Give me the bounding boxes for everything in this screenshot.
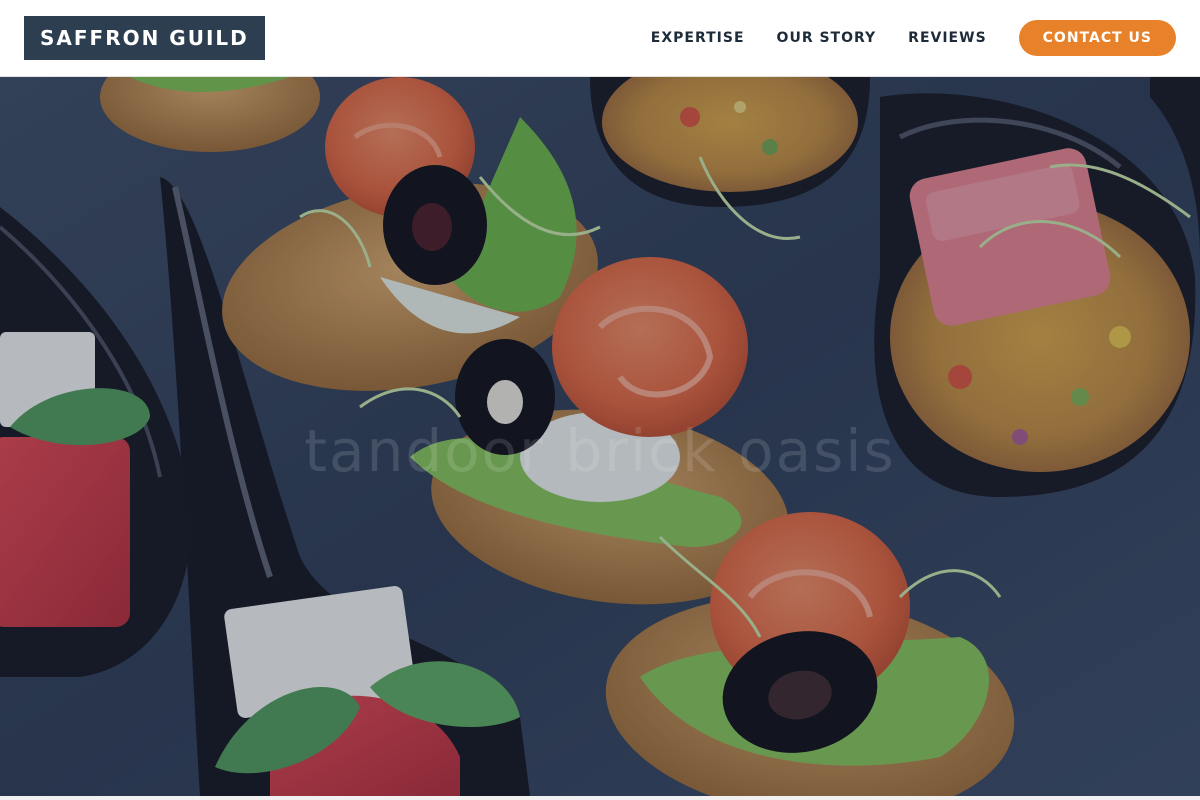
hero-section: tandoor brick oasis (0, 77, 1200, 796)
nav-link-reviews[interactable]: REVIEWS (908, 30, 986, 46)
contact-us-button[interactable]: CONTACT US (1018, 20, 1176, 56)
main-nav: EXPERTISE OUR STORY REVIEWS CONTACT US (619, 20, 1176, 56)
top-navbar: SAFFRON GUILD EXPERTISE OUR STORY REVIEW… (0, 0, 1200, 77)
hero-tagline: tandoor brick oasis (304, 417, 896, 485)
section-divider (0, 796, 1200, 800)
brand-logo[interactable]: SAFFRON GUILD (24, 16, 265, 60)
nav-link-expertise[interactable]: EXPERTISE (651, 30, 745, 46)
nav-link-our-story[interactable]: OUR STORY (777, 30, 877, 46)
